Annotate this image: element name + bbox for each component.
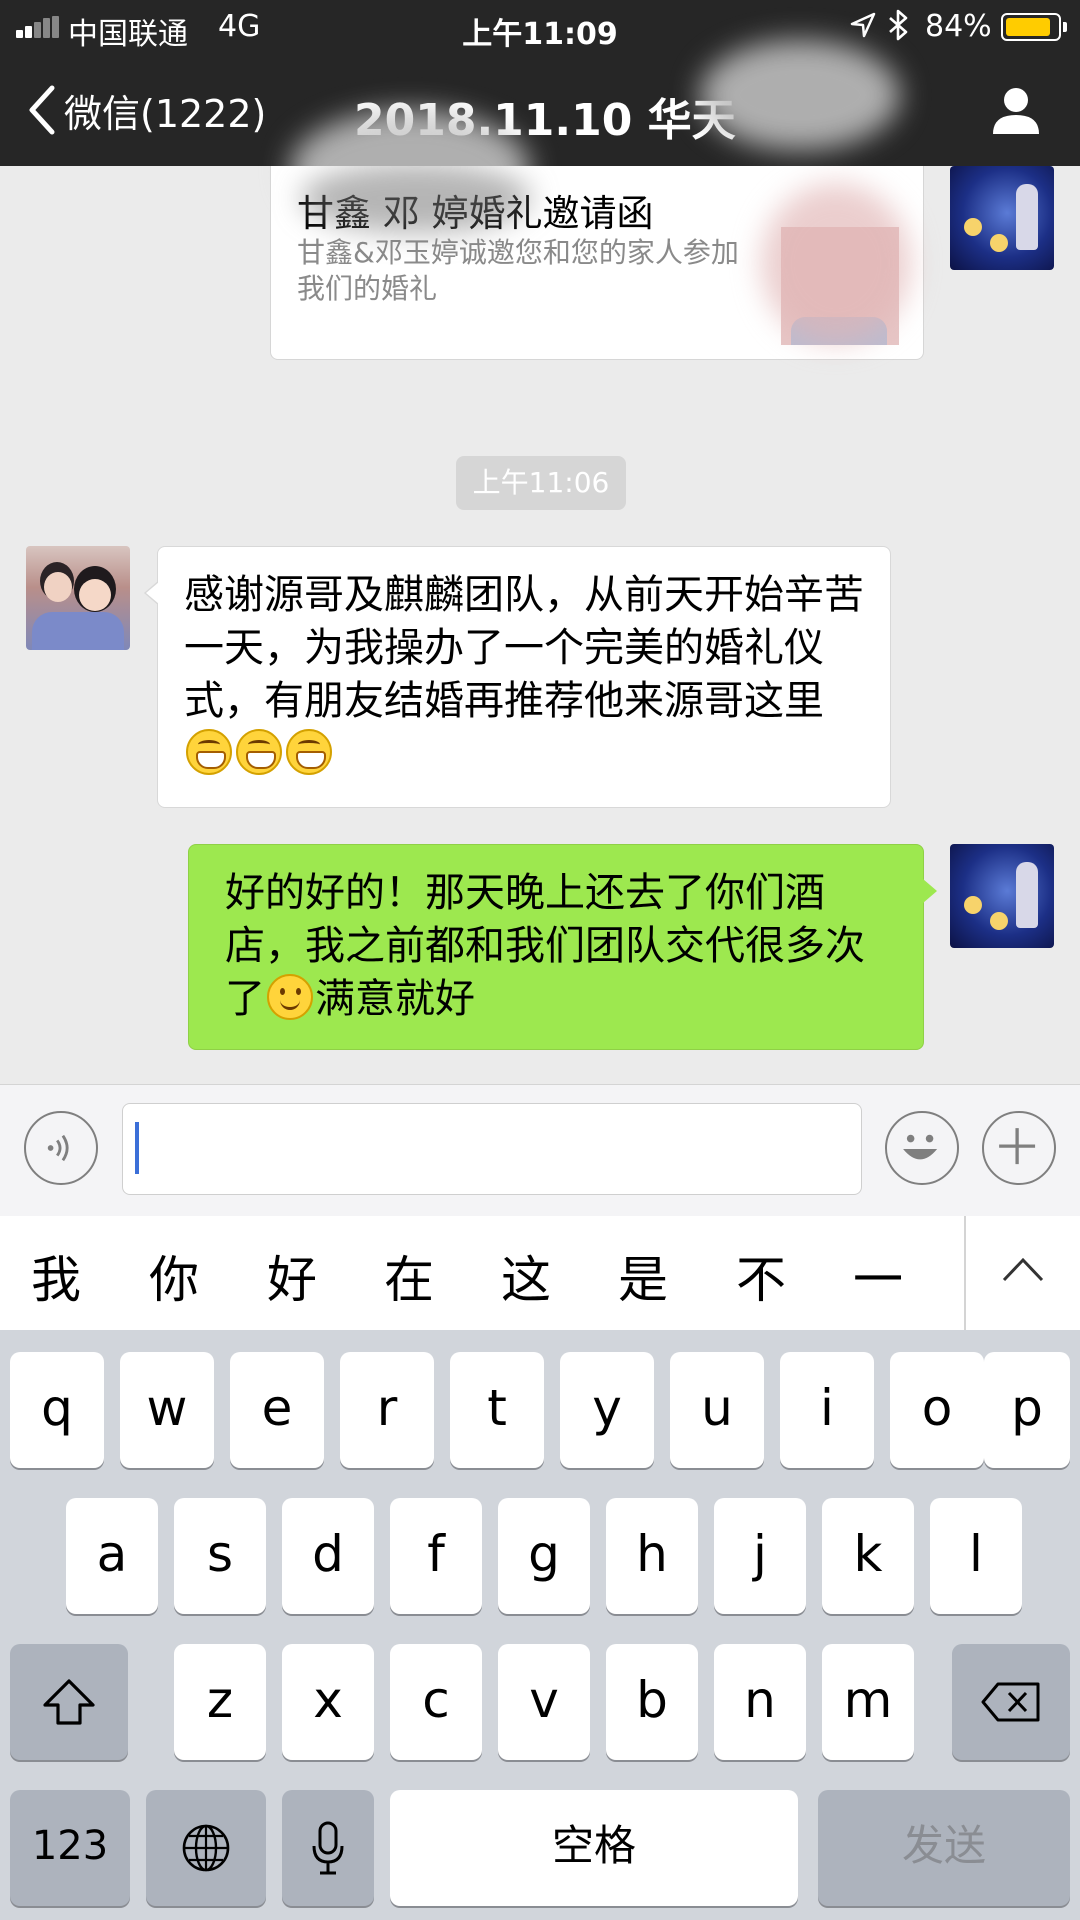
- emoji-button[interactable]: [885, 1111, 959, 1185]
- card-description: 甘鑫&邓玉婷诚邀您和您的家人参加我们的婚礼: [297, 236, 739, 305]
- key-n[interactable]: n: [714, 1644, 806, 1760]
- candidate-word[interactable]: 不: [721, 1240, 801, 1312]
- backspace-key[interactable]: [952, 1644, 1070, 1760]
- plus-icon: [999, 1128, 1036, 1165]
- microphone-key[interactable]: [282, 1790, 374, 1906]
- key-k[interactable]: k: [822, 1498, 914, 1614]
- shift-icon: [43, 1679, 95, 1725]
- back-button[interactable]: 微信(1222): [24, 82, 266, 138]
- contact-avatar[interactable]: [26, 546, 130, 650]
- key-l[interactable]: l: [930, 1498, 1022, 1614]
- timestamp-chip: 上午11:06: [456, 456, 626, 510]
- profile-icon[interactable]: [990, 84, 1042, 136]
- key-i[interactable]: i: [780, 1352, 874, 1468]
- globe-key[interactable]: [146, 1790, 266, 1906]
- chat-area[interactable]: 甘鑫 邓 婷婚礼邀请函 甘鑫&邓玉婷诚邀您和您的家人参加我们的婚礼 上午11:0…: [0, 166, 1080, 1084]
- key-e[interactable]: e: [230, 1352, 324, 1468]
- key-d[interactable]: d: [282, 1498, 374, 1614]
- candidate-word[interactable]: 在: [369, 1240, 449, 1312]
- grin-emoji: [286, 729, 332, 775]
- text-caret: [135, 1122, 139, 1174]
- backspace-icon: [981, 1682, 1040, 1722]
- location-icon: [850, 12, 876, 38]
- privacy-blur: [301, 166, 531, 233]
- voice-icon: [47, 1134, 69, 1162]
- received-message[interactable]: 感谢源哥及麒麟团队，从前天开始辛苦一天，为我操办了一个完美的婚礼仪式，有朋友结婚…: [144, 546, 891, 808]
- divider: [964, 1216, 966, 1330]
- key-q[interactable]: q: [10, 1352, 104, 1468]
- candidate-bar: 我 你 好 在 这 是 不 一: [0, 1216, 1080, 1330]
- key-f[interactable]: f: [390, 1498, 482, 1614]
- key-m[interactable]: m: [822, 1644, 914, 1760]
- key-g[interactable]: g: [498, 1498, 590, 1614]
- key-p[interactable]: p: [984, 1352, 1070, 1468]
- message-input[interactable]: [122, 1103, 862, 1195]
- status-time: 上午11:09: [462, 17, 618, 52]
- send-key[interactable]: 发送: [818, 1790, 1070, 1906]
- my-avatar[interactable]: [950, 844, 1054, 948]
- key-x[interactable]: x: [282, 1644, 374, 1760]
- candidate-word[interactable]: 这: [486, 1240, 566, 1312]
- key-j[interactable]: j: [714, 1498, 806, 1614]
- emoji-icon: [903, 1134, 938, 1160]
- key-t[interactable]: t: [450, 1352, 544, 1468]
- bluetooth-icon: [889, 9, 908, 41]
- collapse-chevron-icon[interactable]: [1000, 1250, 1046, 1290]
- shift-key[interactable]: [10, 1644, 128, 1760]
- key-h[interactable]: h: [606, 1498, 698, 1614]
- header: 中国联通 4G 上午11:09 84% 微信(1222) 2018.11.10 …: [0, 0, 1080, 230]
- key-z[interactable]: z: [174, 1644, 266, 1760]
- battery-percent: 84%: [925, 9, 992, 44]
- invitation-card[interactable]: 甘鑫 邓 婷婚礼邀请函 甘鑫&邓玉婷诚邀您和您的家人参加我们的婚礼: [270, 166, 924, 360]
- plus-button[interactable]: [982, 1111, 1056, 1185]
- microphone-icon: [312, 1821, 344, 1875]
- key-s[interactable]: s: [174, 1498, 266, 1614]
- key-y[interactable]: y: [560, 1352, 654, 1468]
- smile-emoji: [267, 974, 313, 1020]
- voice-button[interactable]: [24, 1111, 98, 1185]
- grin-emoji: [186, 729, 232, 775]
- globe-icon: [182, 1824, 230, 1872]
- space-key[interactable]: 空格: [390, 1790, 798, 1906]
- candidate-word[interactable]: 你: [134, 1240, 214, 1312]
- key-a[interactable]: a: [66, 1498, 158, 1614]
- my-avatar[interactable]: [950, 166, 1054, 270]
- candidate-word[interactable]: 我: [16, 1240, 96, 1312]
- key-v[interactable]: v: [498, 1644, 590, 1760]
- input-bar: [0, 1084, 1080, 1216]
- back-label: 微信(1222): [64, 91, 267, 136]
- key-c[interactable]: c: [390, 1644, 482, 1760]
- back-chevron-icon: [29, 85, 55, 135]
- key-w[interactable]: w: [120, 1352, 214, 1468]
- privacy-blur: [761, 183, 911, 343]
- sent-message[interactable]: 好的好的！那天晚上还去了你们酒店，我之前都和我们团队交代很多次了 满意就好: [188, 844, 937, 1050]
- message-text-tail: 满意就好: [315, 976, 475, 1022]
- key-r[interactable]: r: [340, 1352, 434, 1468]
- key-u[interactable]: u: [670, 1352, 764, 1468]
- message-text: 感谢源哥及麒麟团队，从前天开始辛苦一天，为我操办了一个完美的婚礼仪式，有朋友结婚…: [184, 572, 864, 724]
- privacy-blur: [700, 40, 900, 150]
- key-o[interactable]: o: [890, 1352, 984, 1468]
- candidate-word[interactable]: 好: [252, 1240, 332, 1312]
- grin-emoji: [236, 729, 282, 775]
- candidate-word[interactable]: 是: [603, 1240, 683, 1312]
- numbers-key[interactable]: 123: [10, 1790, 130, 1906]
- keyboard: q w e r t y u i o p a s d f g h j k l z …: [0, 1330, 1080, 1920]
- key-b[interactable]: b: [606, 1644, 698, 1760]
- status-bar: 中国联通 4G 上午11:09 84%: [0, 0, 1080, 54]
- battery-icon: [1001, 13, 1067, 41]
- candidate-word[interactable]: 一: [838, 1240, 918, 1312]
